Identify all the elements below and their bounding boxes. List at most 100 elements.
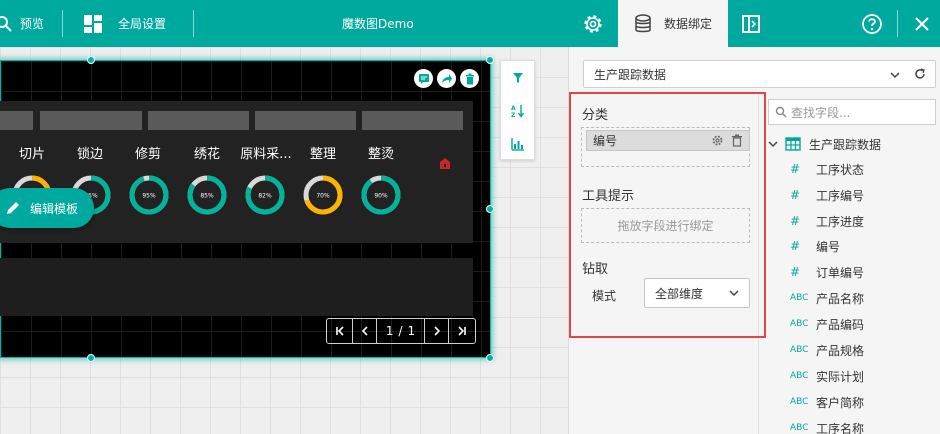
tab-data-binding[interactable]: 数据绑定 (618, 0, 728, 47)
chevron-down-icon (768, 141, 778, 148)
field-item[interactable]: ABC 产品名称 (790, 288, 864, 308)
progress-gauge: 90% (361, 175, 401, 215)
resize-handle[interactable] (486, 56, 494, 64)
table-icon (785, 137, 801, 151)
process-column-label: 切片 (18, 147, 45, 162)
share-button[interactable] (437, 69, 456, 88)
header-bar (255, 111, 356, 130)
close-icon (915, 16, 929, 31)
progress-gauge: 95% (129, 175, 169, 215)
numeric-field-icon: # (790, 188, 801, 202)
resize-handle[interactable] (486, 354, 494, 362)
process-column-label: 绣花 (193, 147, 220, 162)
chevron-down-icon (890, 72, 900, 79)
svg-text:Z: Z (511, 112, 516, 118)
gear-icon (584, 14, 602, 33)
delete-widget-button[interactable] (460, 69, 479, 88)
pencil-icon (7, 202, 19, 214)
field-item-name: 工序状态 (816, 162, 865, 177)
dataset-select[interactable]: 生产跟踪数据 (583, 60, 936, 88)
detail-panel (0, 258, 473, 316)
toolbar-divider (897, 10, 898, 37)
chevron-left-icon (361, 326, 368, 336)
chevron-down-icon (729, 290, 739, 297)
field-item[interactable]: # 编号 (790, 236, 840, 256)
field-item[interactable]: ABC 产品规格 (790, 340, 864, 360)
gauge-value-label: 95% (142, 193, 156, 200)
field-item-name: 客户简称 (816, 395, 865, 410)
dashboard-icon (84, 14, 102, 33)
field-item[interactable]: # 工序状态 (790, 159, 864, 179)
resize-handle[interactable] (87, 354, 95, 362)
total-pages: 1 (407, 324, 416, 338)
field-search-input[interactable]: 查找字段... (768, 99, 936, 125)
mode-label: 模式 (592, 289, 617, 303)
field-item[interactable]: # 工序编号 (790, 185, 864, 205)
alert-icon (440, 158, 450, 169)
bound-field-chip[interactable]: 编号 (586, 130, 750, 151)
filter-icon (512, 72, 523, 83)
svg-text:A: A (511, 105, 516, 112)
first-page-button[interactable] (327, 319, 353, 343)
prev-page-button[interactable] (353, 319, 377, 343)
close-button[interactable] (914, 0, 930, 47)
comment-icon (418, 73, 429, 84)
trash-icon[interactable] (731, 134, 743, 147)
field-item[interactable]: # 工序进度 (790, 211, 864, 231)
sort-az-icon: AZ (511, 104, 524, 118)
field-tree-root[interactable]: 生产跟踪数据 (768, 134, 881, 154)
chevron-right-icon (433, 326, 440, 336)
toolbar-divider (193, 10, 194, 37)
analysis-button[interactable] (501, 127, 534, 160)
dataset-select-value: 生产跟踪数据 (594, 67, 667, 82)
drill-section-title: 钻取 (582, 262, 609, 277)
page-title: 魔数图Demo (342, 17, 414, 31)
last-page-button[interactable] (449, 319, 475, 343)
field-item-name: 工序进度 (816, 214, 865, 229)
process-column-label: 修剪 (134, 147, 161, 162)
field-item[interactable]: ABC 实际计划 (790, 366, 864, 386)
field-search-placeholder: 查找字段... (791, 105, 851, 120)
edit-template-button[interactable]: 编辑模板 (0, 188, 94, 228)
help-button[interactable] (861, 0, 883, 47)
next-page-button[interactable] (425, 319, 449, 343)
resize-handle[interactable] (87, 56, 95, 64)
field-item-name: 产品规格 (816, 343, 865, 358)
gauge-value-label: 82% (258, 193, 272, 200)
tab-data-binding-label: 数据绑定 (664, 17, 713, 31)
field-item[interactable]: ABC 工序名称 (790, 418, 864, 434)
field-tree-root-label: 生产跟踪数据 (809, 137, 882, 152)
filter-button[interactable] (501, 61, 534, 94)
text-field-icon: ABC (790, 423, 809, 433)
last-page-icon (458, 326, 466, 336)
field-item[interactable]: # 订单编号 (790, 262, 864, 282)
process-column-label: 原料采... (240, 147, 292, 162)
top-toolbar: 预览 全局设置 魔数图Demo 数据绑定 (0, 0, 940, 47)
header-bar (148, 111, 249, 130)
progress-gauge: 70% (303, 175, 343, 215)
sort-button[interactable]: AZ (501, 94, 534, 127)
edit-template-label: 编辑模板 (30, 201, 79, 216)
field-item[interactable]: ABC 客户简称 (790, 392, 864, 412)
tooltip-drop-zone[interactable]: 拖放字段进行绑定 (581, 208, 750, 243)
field-item-name: 产品编码 (816, 317, 865, 332)
settings-button[interactable] (580, 0, 606, 47)
field-item[interactable]: ABC 产品编码 (790, 314, 864, 334)
progress-gauge: 85% (187, 175, 227, 215)
drill-mode-value: 全部维度 (655, 286, 704, 301)
resize-handle[interactable] (486, 205, 494, 213)
preview-button[interactable]: 预览 (0, 0, 44, 47)
comment-button[interactable] (414, 69, 433, 88)
header-bar (40, 111, 142, 130)
preview-label: 预览 (20, 17, 45, 31)
text-field-icon: ABC (790, 397, 809, 407)
refresh-icon[interactable] (914, 68, 926, 80)
pager: 1 / 1 (326, 318, 476, 344)
panel-toggle-button[interactable] (741, 0, 761, 47)
drill-mode-select[interactable]: 全部维度 (644, 278, 750, 308)
search-icon (0, 15, 12, 32)
gear-icon[interactable] (711, 134, 724, 147)
sidebar-toggle-icon (742, 14, 760, 33)
database-icon (635, 13, 651, 32)
global-settings-button[interactable]: 全局设置 (83, 0, 166, 47)
